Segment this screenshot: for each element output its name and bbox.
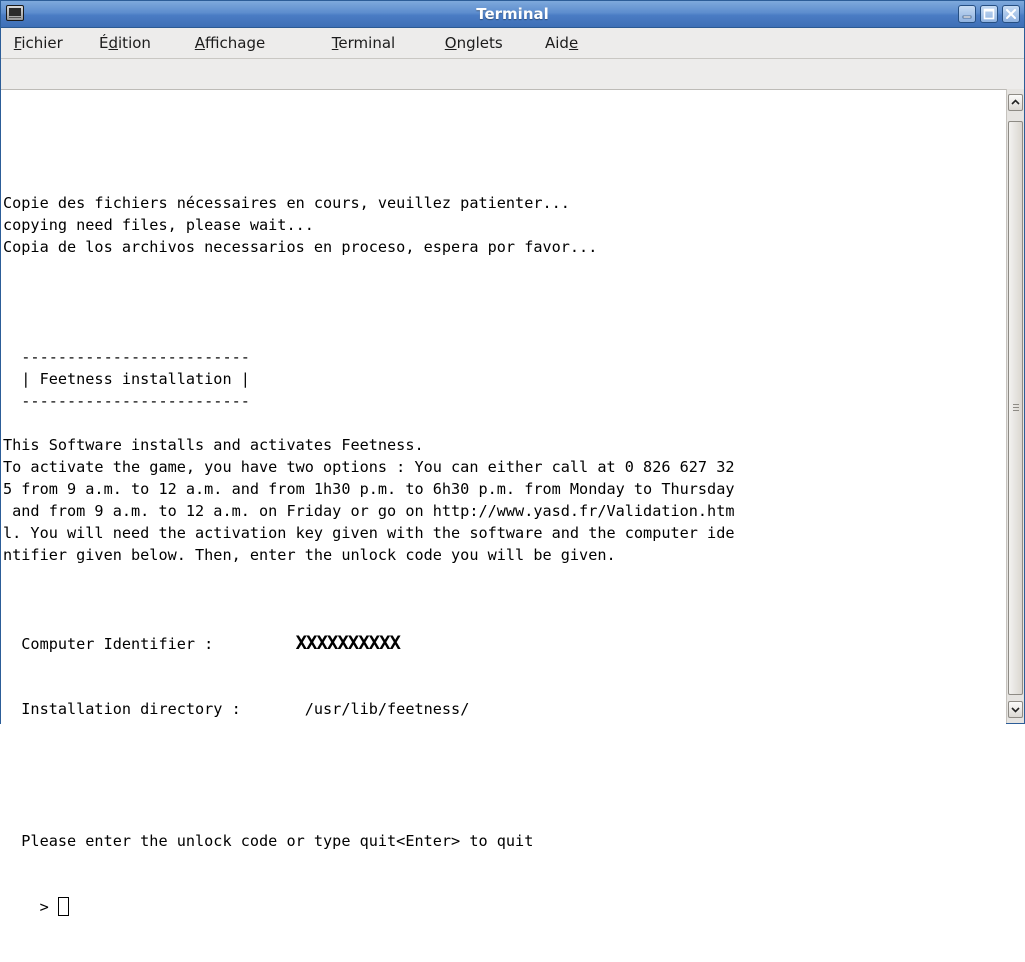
menu-onglets-post: nglets: [456, 34, 503, 52]
menu-onglets[interactable]: Onglets: [440, 28, 503, 58]
terminal-line: -------------------------: [3, 348, 250, 366]
arrow-down-icon: [1011, 707, 1020, 713]
directory-value: /usr/lib/feetness/: [304, 700, 470, 718]
prompt-symbol: >: [3, 898, 58, 916]
text-cursor[interactable]: [57, 897, 69, 916]
terminal-line: l. You will need the activation key give…: [3, 524, 735, 542]
input-line[interactable]: >: [3, 896, 735, 918]
window-title: Terminal: [476, 5, 549, 23]
menu-terminal[interactable]: Terminal: [327, 28, 395, 58]
terminal-line: 5 from 9 a.m. to 12 a.m. and from 1h30 p…: [3, 480, 735, 498]
minimize-button[interactable]: [958, 5, 976, 23]
vertical-scrollbar[interactable]: [1006, 89, 1024, 723]
close-button[interactable]: [1002, 5, 1020, 23]
terminal-line: To activate the game, you have two optio…: [3, 458, 735, 476]
menu-bar: Fichier Édition Affichage Terminal Ongle…: [1, 28, 1024, 59]
terminal-line: -------------------------: [3, 392, 250, 410]
identifier-label: Computer Identifier :: [3, 635, 296, 653]
menu-aide-post: [578, 34, 583, 52]
terminal-line: | Feetness installation |: [3, 370, 250, 388]
scroll-grip-line: [1013, 410, 1019, 411]
menu-fichier[interactable]: Fichier: [9, 28, 63, 58]
terminal-line: Copia de los archivos necessarios en pro…: [3, 238, 598, 256]
terminal-line: This Software installs and activates Fee…: [3, 436, 424, 454]
directory-label: Installation directory :: [3, 700, 305, 718]
scroll-grip-line: [1013, 404, 1019, 405]
menu-edition-mnemonic: d: [108, 34, 119, 52]
terminal-line: Copie des fichiers nécessaires en cours,…: [3, 194, 570, 212]
terminal-pane: Copie des fichiers nécessaires en cours,…: [1, 89, 1024, 916]
title-bar[interactable]: Terminal: [1, 1, 1024, 28]
arrow-up-icon: [1011, 99, 1020, 105]
minimize-icon: [962, 15, 972, 19]
scroll-grip-line: [1013, 407, 1019, 408]
identifier-line: Computer Identifier : XXXXXXXXXX: [3, 632, 735, 654]
terminal-line: copying need files, please wait...: [3, 216, 314, 234]
menu-terminal-post: erminal: [338, 34, 396, 52]
menu-edition-post: ition: [118, 34, 151, 52]
menu-aide-mnemonic: e: [568, 34, 579, 52]
terminal-text: Copie des fichiers nécessaires en cours,…: [3, 148, 735, 962]
identifier-value: XXXXXXXXXX: [295, 632, 401, 654]
terminal-line: and from 9 a.m. to 12 a.m. on Friday or …: [3, 502, 735, 520]
scroll-up-button[interactable]: [1008, 94, 1023, 111]
menu-edition[interactable]: Édition: [99, 28, 151, 58]
scroll-thumb[interactable]: [1008, 121, 1023, 695]
terminal-output[interactable]: Copie des fichiers nécessaires en cours,…: [1, 89, 1006, 916]
maximize-button[interactable]: [980, 5, 998, 23]
prompt-line: Please enter the unlock code or type qui…: [3, 832, 534, 850]
terminal-lines: Copie des fichiers nécessaires en cours,…: [3, 192, 735, 588]
maximize-icon: [983, 8, 995, 20]
scroll-down-button[interactable]: [1008, 701, 1023, 718]
menu-affichage-post: ffichage: [205, 34, 266, 52]
terminal-line: ntifier given below. Then, enter the unl…: [3, 546, 616, 564]
terminal-window: Terminal Fichier Édition Affichage Termi…: [0, 0, 1025, 916]
directory-line: Installation directory : /usr/lib/feetne…: [3, 698, 735, 720]
close-icon: [1006, 9, 1016, 19]
menu-aide-pre: Aid: [545, 34, 569, 52]
menu-affichage[interactable]: Affichage: [190, 28, 265, 58]
menu-affichage-mnemonic: A: [194, 34, 206, 52]
menu-fichier-post: ichier: [21, 34, 63, 52]
menu-aide[interactable]: Aide: [545, 28, 583, 58]
menu-onglets-mnemonic: O: [444, 34, 457, 52]
